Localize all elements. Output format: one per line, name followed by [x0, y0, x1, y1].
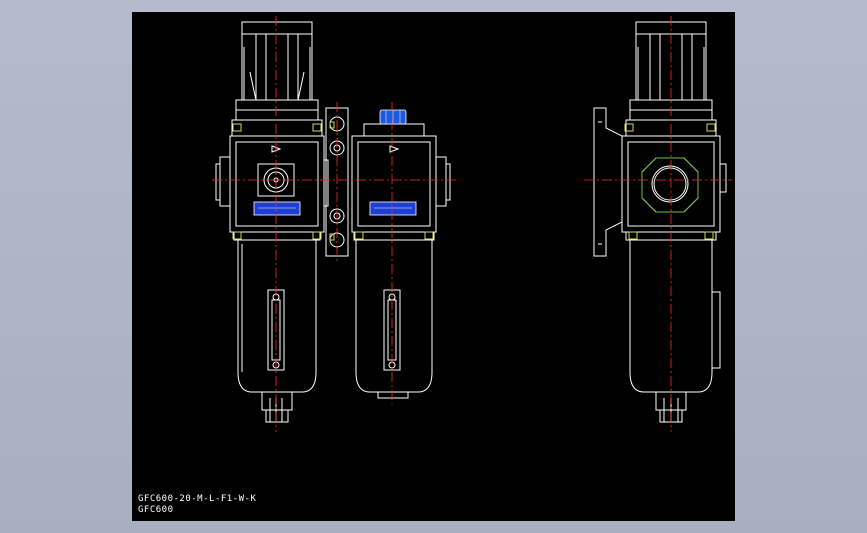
- drawing-title-line-2: GFC600: [138, 505, 174, 515]
- nameplate-right: [369, 201, 417, 216]
- lubricator-front-view: [351, 123, 451, 399]
- cad-viewer: GFC600-20-M-L-F1-W-K GFC600: [0, 0, 867, 533]
- filter-regulator-side-view: [593, 21, 727, 423]
- filter-bowl: [237, 239, 317, 393]
- technical-drawing: [212, 16, 732, 432]
- mounting-bracket: [593, 107, 623, 257]
- side-bowl: [629, 239, 713, 393]
- lubricator-bowl: [355, 239, 433, 393]
- drawing-title-line-1: GFC600-20-M-L-F1-W-K: [138, 494, 257, 504]
- filter-regulator-front-view: [215, 21, 329, 423]
- body-screws: [232, 121, 716, 241]
- fill-plug: [379, 109, 407, 125]
- nameplate-left: [253, 201, 301, 216]
- centerlines: [212, 16, 732, 432]
- regulator-knob: [235, 21, 319, 121]
- drawing-canvas[interactable]: GFC600-20-M-L-F1-W-K GFC600: [132, 12, 735, 521]
